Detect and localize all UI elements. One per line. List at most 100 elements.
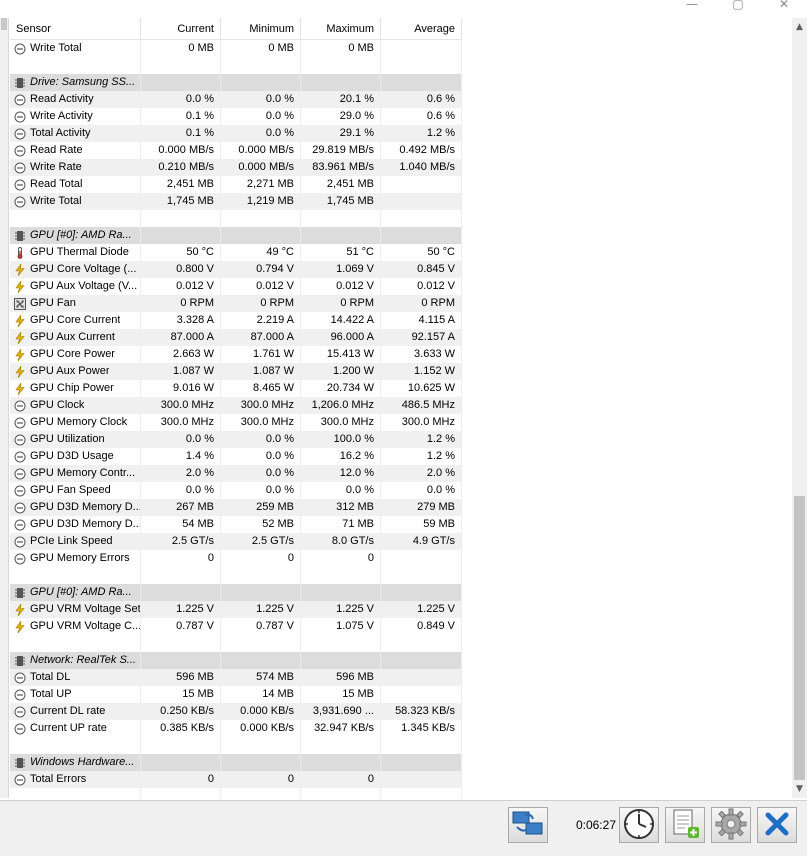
table-row[interactable]: GPU Thermal Diode 50 °C 49 °C 51 °C 50 °C (10, 244, 462, 261)
sensor-rows: Write Total 0 MB 0 MB 0 MB Drive: Samsung SS… (10, 40, 462, 798)
scroll-down-icon[interactable]: ▼ (792, 782, 807, 796)
table-row[interactable]: GPU Memory Errors 0 0 0 (10, 550, 462, 567)
value-cell-minimum: 0.0 % (221, 125, 301, 142)
value-cell-average: 0.0 % (381, 482, 462, 499)
table-row[interactable]: GPU Clock 300.0 MHz 300.0 MHz 1,206.0 MHz 48… (10, 397, 462, 414)
lightning-icon (14, 348, 26, 361)
table-row[interactable]: Read Rate 0.000 MB/s 0.000 MB/s 29.819 MB/s… (10, 142, 462, 159)
clock-gauge-icon (14, 723, 26, 735)
value-cell-average (381, 652, 462, 669)
sensor-name-cell (10, 635, 141, 652)
value-cell-average (381, 40, 462, 57)
table-row[interactable]: GPU Core Power 2.663 W 1.761 W 15.413 W 3.63… (10, 346, 462, 363)
sensor-group-header[interactable]: Windows Hardware... (10, 754, 462, 771)
lightning-icon (14, 382, 26, 395)
clock-gauge-icon (14, 417, 26, 429)
elapsed-time: 0:06:27 (575, 818, 616, 832)
column-header-current[interactable]: Current (141, 18, 221, 40)
table-row[interactable]: Total UP 15 MB 14 MB 15 MB (10, 686, 462, 703)
table-row[interactable]: Write Activity 0.1 % 0.0 % 29.0 % 0.6 % (10, 108, 462, 125)
value-cell-average (381, 550, 462, 567)
scrollbar-thumb[interactable] (794, 496, 805, 780)
table-row[interactable]: GPU D3D Usage 1.4 % 0.0 % 16.2 % 1.2 % (10, 448, 462, 465)
value-cell-maximum: 8.0 GT/s (301, 533, 381, 550)
sensor-name-cell: GPU Memory Contr... (10, 465, 141, 482)
table-row[interactable]: GPU Fan Speed 0.0 % 0.0 % 0.0 % 0.0 % (10, 482, 462, 499)
report-button[interactable] (665, 807, 705, 843)
sensor-name-cell: Drive: Samsung SS... (10, 74, 141, 91)
sensor-name-cell: GPU Fan Speed (10, 482, 141, 499)
table-row[interactable]: GPU Fan 0 RPM 0 RPM 0 RPM 0 RPM (10, 295, 462, 312)
table-row[interactable]: GPU Chip Power 9.016 W 8.465 W 20.734 W 10.6… (10, 380, 462, 397)
column-header-maximum[interactable]: Maximum (301, 18, 381, 40)
sensor-name-cell: GPU Fan (10, 295, 141, 312)
column-header-average[interactable]: Average (381, 18, 462, 40)
value-cell-minimum: 2.219 A (221, 312, 301, 329)
sensor-label: GPU Fan (30, 297, 76, 309)
value-cell-current (141, 210, 221, 227)
value-cell-average (381, 74, 462, 91)
column-header-sensor[interactable]: Sensor (10, 18, 141, 40)
table-row[interactable]: Total Activity 0.1 % 0.0 % 29.1 % 1.2 % (10, 125, 462, 142)
value-cell-maximum: 32.947 KB/s (301, 720, 381, 737)
value-cell-average (381, 57, 462, 74)
close-window-icon[interactable]: ✕ (764, 0, 804, 10)
close-button[interactable] (757, 807, 797, 843)
maximize-icon[interactable]: ▢ (718, 0, 758, 10)
value-cell-average: 1.225 V (381, 601, 462, 618)
sensor-group-header[interactable]: Network: RealTek S... (10, 652, 462, 669)
value-cell-current: 0 (141, 550, 221, 567)
table-row[interactable]: PCIe Link Speed 2.5 GT/s 2.5 GT/s 8.0 GT/s 4… (10, 533, 462, 550)
table-row[interactable]: GPU Aux Voltage (V... 0.012 V 0.012 V 0.012… (10, 278, 462, 295)
table-row[interactable]: Write Total 1,745 MB 1,219 MB 1,745 MB (10, 193, 462, 210)
table-row[interactable]: Write Rate 0.210 MB/s 0.000 MB/s 83.961 MB/… (10, 159, 462, 176)
value-cell-average (381, 635, 462, 652)
table-row[interactable]: GPU Utilization 0.0 % 0.0 % 100.0 % 1.2 % (10, 431, 462, 448)
clock-gauge-icon (14, 179, 26, 191)
tree-strip-thumb (1, 18, 7, 30)
table-row[interactable]: GPU VRM Voltage C... 0.787 V 0.787 V 1.075 … (10, 618, 462, 635)
table-row[interactable]: Read Total 2,451 MB 2,271 MB 2,451 MB (10, 176, 462, 193)
vertical-scrollbar[interactable]: ▲ ▼ (792, 18, 807, 798)
table-spacer-row (10, 567, 462, 584)
sensor-group-header[interactable]: GPU [#0]: AMD Ra... (10, 584, 462, 601)
column-header-minimum[interactable]: Minimum (221, 18, 301, 40)
table-row[interactable]: GPU Memory Contr... 2.0 % 0.0 % 12.0 % 2.0 % (10, 465, 462, 482)
value-cell-minimum: 0.0 % (221, 482, 301, 499)
clock-reset-button[interactable] (619, 807, 659, 843)
scroll-up-icon[interactable]: ▲ (792, 20, 807, 34)
sensor-group-header[interactable]: Drive: Samsung SS... (10, 74, 462, 91)
table-row[interactable]: GPU Aux Power 1.087 W 1.087 W 1.200 W 1.152 … (10, 363, 462, 380)
table-row[interactable]: GPU Aux Current 87.000 A 87.000 A 96.000 A9… (10, 329, 462, 346)
table-row[interactable]: Read Activity 0.0 % 0.0 % 20.1 % 0.6 % (10, 91, 462, 108)
table-row[interactable]: Current DL rate 0.250 KB/s 0.000 KB/s 3,931… (10, 703, 462, 720)
table-row[interactable]: GPU Core Voltage (... 0.800 V 0.794 V 1.069… (10, 261, 462, 278)
value-cell-average: 1.152 W (381, 363, 462, 380)
settings-button[interactable] (711, 807, 751, 843)
network-monitor-button[interactable] (508, 807, 548, 843)
value-cell-maximum: 29.819 MB/s (301, 142, 381, 159)
sensor-name-cell (10, 737, 141, 754)
value-cell-current: 2.0 % (141, 465, 221, 482)
table-row[interactable]: GPU D3D Memory D... 54 MB 52 MB 71 MB 59 MB (10, 516, 462, 533)
table-row[interactable]: GPU Memory Clock 300.0 MHz 300.0 MHz 300.0 … (10, 414, 462, 431)
value-cell-maximum (301, 754, 381, 771)
table-row[interactable]: Total Errors 0 0 0 (10, 771, 462, 788)
lightning-icon (14, 314, 26, 327)
table-row[interactable]: Write Total 0 MB 0 MB 0 MB (10, 40, 462, 57)
value-cell-minimum: 259 MB (221, 499, 301, 516)
sensor-label: GPU Core Power (30, 348, 115, 360)
value-cell-minimum: 14 MB (221, 686, 301, 703)
table-row[interactable]: GPU Core Current 3.328 A 2.219 A 14.422 A 4.… (10, 312, 462, 329)
table-row[interactable]: Total DL 596 MB 574 MB 596 MB (10, 669, 462, 686)
minimize-icon[interactable]: — (672, 0, 712, 10)
sensor-group-header[interactable]: GPU [#0]: AMD Ra... (10, 227, 462, 244)
table-row[interactable]: Current UP rate 0.385 KB/s 0.000 KB/s 32.94… (10, 720, 462, 737)
table-row[interactable]: GPU D3D Memory D... 267 MB 259 MB 312 MB 279… (10, 499, 462, 516)
table-row[interactable]: GPU VRM Voltage Set 1.225 V 1.225 V 1.225 V… (10, 601, 462, 618)
sensor-label: GPU Core Current (30, 314, 121, 326)
sensor-label: GPU Utilization (30, 433, 105, 445)
value-cell-minimum: 0 (221, 771, 301, 788)
value-cell-average: 0.849 V (381, 618, 462, 635)
value-cell-minimum (221, 737, 301, 754)
